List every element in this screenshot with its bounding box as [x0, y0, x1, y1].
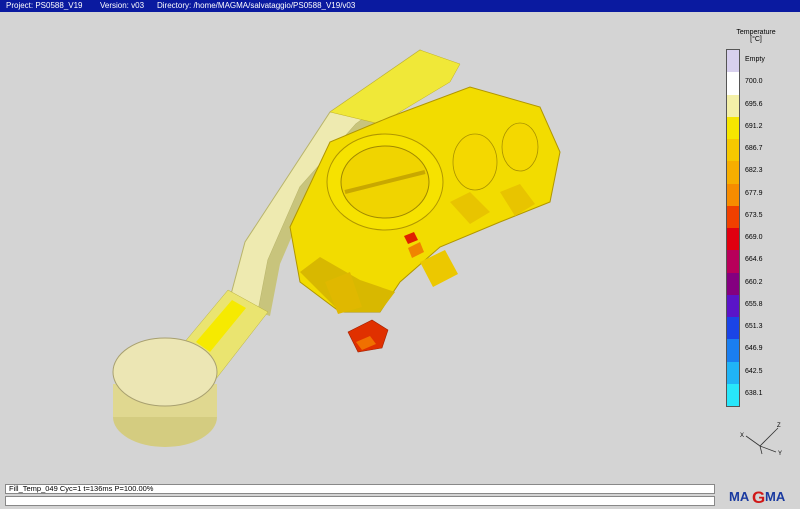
legend-swatch [727, 50, 739, 73]
directory-path: Directory: /home/MAGMA/salvataggio/PS058… [157, 1, 356, 10]
logo-g: G [752, 488, 765, 506]
legend-swatch [727, 139, 739, 162]
legend-swatch [727, 183, 739, 206]
legend-label: 673.5 [745, 211, 763, 219]
legend-label: 655.8 [745, 300, 763, 308]
bottom-panel: Fill_Temp_049 Cyc=1 t=136ms P=100.00% MA… [0, 482, 800, 509]
3d-viewport[interactable]: Temperature [°C] Empty 700.0 695.6 691.2 686… [0, 12, 800, 482]
svg-text:Y: Y [778, 451, 782, 456]
command-input[interactable] [5, 496, 715, 506]
legend-label: 638.1 [745, 389, 763, 397]
logo-ma: MA [729, 489, 750, 504]
bore-3 [501, 122, 539, 172]
legend-label: 691.2 [745, 122, 763, 130]
magma-logo: MA G MA [729, 488, 786, 506]
legend-label: 669.0 [745, 234, 763, 242]
legend-swatch [727, 228, 739, 251]
legend-label: 646.9 [745, 345, 763, 353]
project-name: Project: PS0588_V19 [6, 1, 83, 10]
legend-swatch [727, 250, 739, 273]
status-text: Fill_Temp_049 Cyc=1 t=136ms P=100.00% [5, 484, 715, 494]
legend-swatch [727, 317, 739, 340]
legend-swatch [727, 72, 739, 95]
legend-title: Temperature [°C] [736, 29, 776, 43]
biscuit-top [112, 337, 218, 407]
version-label: Version: v03 [100, 1, 145, 10]
legend-swatch [727, 205, 739, 228]
svg-text:Z: Z [777, 423, 781, 429]
legend-label: 677.9 [745, 189, 763, 197]
legend-swatch [727, 383, 739, 406]
legend-swatch [727, 116, 739, 139]
legend-label: 664.6 [745, 256, 763, 264]
legend-label: 660.2 [745, 278, 763, 286]
legend-label: 642.5 [745, 367, 763, 375]
legend-swatch [727, 94, 739, 117]
legend-swatch [727, 361, 739, 384]
logo-ma2: MA [765, 489, 786, 504]
legend-swatch [727, 161, 739, 184]
title-bar: Project: PS0588_V19 Version: v03 Directo… [0, 0, 800, 12]
legend-label: Empty [745, 56, 765, 64]
bore-2 [452, 133, 498, 191]
color-scale-labels: Empty 700.0 695.6 691.2 686.7 682.3 677.9 673.5… [745, 49, 785, 407]
legend-label: 682.3 [745, 167, 763, 175]
axis-triad-icon: X Z Y [740, 423, 782, 456]
legend-swatch [727, 339, 739, 362]
legend-label: 700.0 [745, 78, 763, 86]
casting-model-render [112, 49, 561, 447]
legend-swatch [727, 272, 739, 295]
legend-label: 686.7 [745, 145, 763, 153]
svg-text:X: X [740, 433, 744, 439]
legend-label: 651.3 [745, 323, 763, 331]
legend-label: 695.6 [745, 100, 763, 108]
legend-swatch [727, 294, 739, 317]
color-scale-bar [726, 49, 740, 407]
